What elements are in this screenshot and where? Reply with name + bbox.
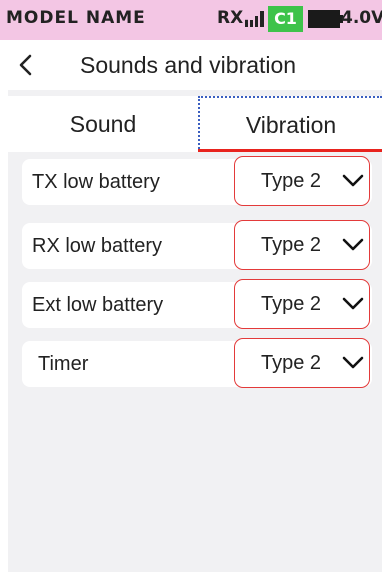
select-value: Type 2 <box>261 352 322 374</box>
tab-vibration-label: Vibration <box>245 111 337 138</box>
select-value: Type 2 <box>261 170 322 192</box>
settings-panel: TX low battery Type 2 RX low battery Typ… <box>8 152 382 572</box>
chevron-down-icon <box>342 238 364 251</box>
tab-vibration[interactable]: Vibration <box>198 96 382 152</box>
battery-voltage: 4.0V <box>341 8 382 28</box>
tab-bar: Sound Vibration <box>8 90 382 152</box>
battery-icon <box>308 10 343 28</box>
tx-low-battery-select[interactable]: Type 2 <box>234 156 370 206</box>
timer-select[interactable]: Type 2 <box>234 338 370 388</box>
setting-row-ext-low-battery: Ext low battery Type 2 <box>22 279 372 329</box>
setting-label: TX low battery <box>32 171 160 193</box>
tab-sound-label: Sound <box>69 110 137 137</box>
select-value: Type 2 <box>261 234 322 256</box>
channel-badge: C1 <box>268 6 303 32</box>
chevron-down-icon <box>342 174 364 187</box>
setting-row-tx-low-battery: TX low battery Type 2 <box>22 156 372 206</box>
model-name: MODEL NAME <box>6 8 146 28</box>
chevron-down-icon <box>342 297 364 310</box>
ext-low-battery-select[interactable]: Type 2 <box>234 279 370 329</box>
chevron-down-icon <box>342 356 364 369</box>
setting-label: Ext low battery <box>32 294 164 316</box>
signal-bars-icon <box>245 11 264 27</box>
rx-low-battery-select[interactable]: Type 2 <box>234 220 370 270</box>
select-value: Type 2 <box>261 293 322 315</box>
page-title: Sounds and vibration <box>80 52 297 78</box>
setting-label: RX low battery <box>32 235 163 257</box>
tab-sound[interactable]: Sound <box>8 96 198 152</box>
status-bar: MODEL NAME RX. C1 4.0V <box>0 0 382 40</box>
page-header: Sounds and vibration <box>0 40 382 90</box>
chevron-left-icon[interactable] <box>14 52 38 78</box>
setting-row-rx-low-battery: RX low battery Type 2 <box>22 220 372 270</box>
setting-label: Timer <box>38 353 89 375</box>
setting-row-timer: Timer Type 2 <box>22 338 372 388</box>
